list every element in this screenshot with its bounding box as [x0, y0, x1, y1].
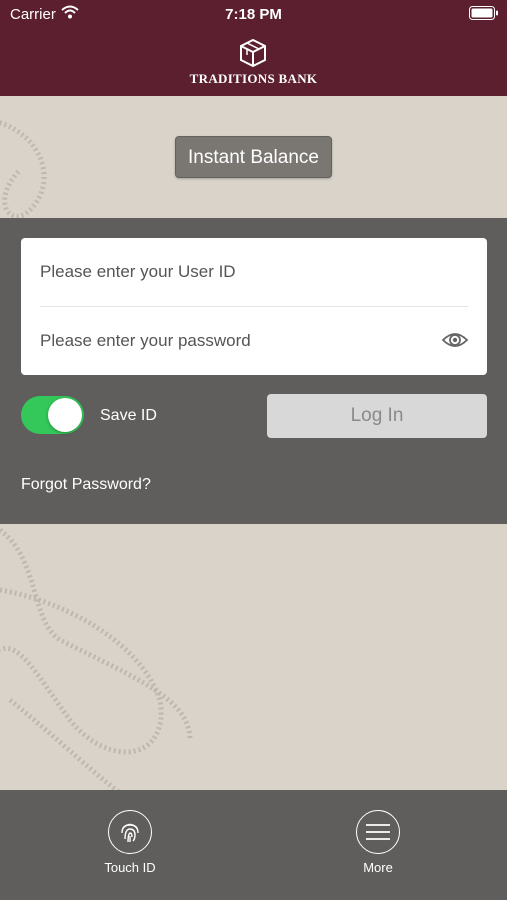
instant-balance-button[interactable]: Instant Balance [175, 136, 332, 178]
tab-label-more: More [363, 860, 393, 875]
forgot-password-link[interactable]: Forgot Password? [21, 476, 151, 494]
login-button[interactable]: Log In [267, 394, 487, 438]
show-password-eye-icon[interactable] [441, 330, 469, 350]
bank-name: TRADITIONS BANK [189, 71, 318, 86]
save-id-label: Save ID [100, 407, 157, 424]
save-id-toggle[interactable] [21, 396, 84, 434]
password-field[interactable]: Please enter your password [40, 307, 468, 375]
status-time: 7:18 PM [225, 6, 282, 23]
user-id-field[interactable]: Please enter your User ID [40, 238, 468, 307]
hamburger-menu-icon [356, 810, 400, 854]
app-header: Carrier 7:18 PM TRADITIONS BANK [0, 0, 507, 96]
bank-logo-icon [240, 38, 266, 68]
status-bar: Carrier 7:18 PM [0, 0, 507, 28]
tab-more[interactable]: More [318, 810, 438, 875]
bottom-tab-bar: Touch ID More [0, 790, 507, 900]
battery-icon [469, 6, 498, 20]
credentials-card: Please enter your User ID Please enter y… [21, 238, 487, 375]
tab-touch-id[interactable]: Touch ID [70, 810, 190, 875]
toggle-knob [48, 398, 82, 432]
login-panel: Please enter your User ID Please enter y… [0, 218, 507, 524]
tab-label-touch-id: Touch ID [104, 860, 156, 875]
fingerprint-icon [108, 810, 152, 854]
